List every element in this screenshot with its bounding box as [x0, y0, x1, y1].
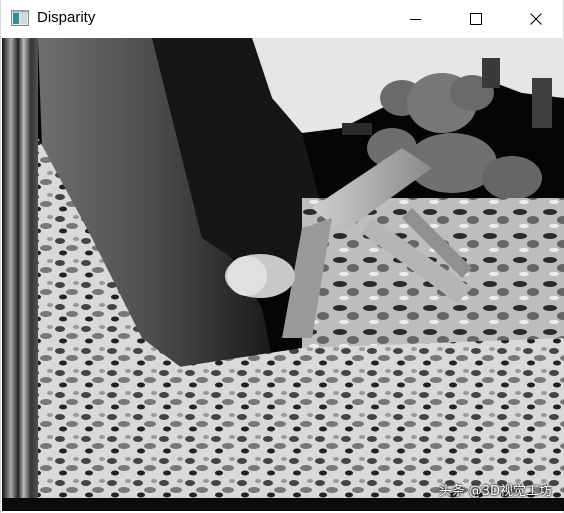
close-button[interactable]: [513, 0, 559, 38]
title-bar[interactable]: Disparity: [1, 0, 563, 38]
maximize-button[interactable]: [453, 0, 499, 38]
minimize-icon: [410, 13, 422, 25]
window-app-icon: [11, 10, 29, 26]
minimize-button[interactable]: [393, 0, 439, 38]
maximize-icon: [470, 13, 482, 25]
disparity-window: Disparity 头条 @3D视觉工坊: [0, 0, 564, 513]
window-title: Disparity: [37, 9, 96, 26]
image-watermark: 头条 @3D视觉工坊: [438, 484, 552, 499]
disparity-image[interactable]: 头条 @3D视觉工坊: [2, 38, 564, 511]
close-icon: [530, 13, 542, 25]
